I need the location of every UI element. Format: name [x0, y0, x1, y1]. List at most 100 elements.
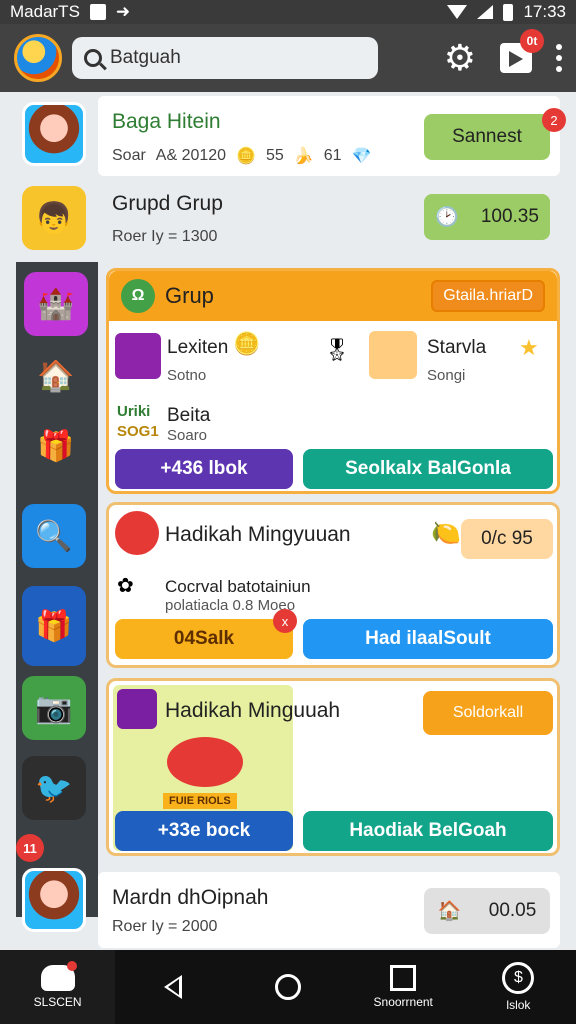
- bird-icon[interactable]: 🐦: [22, 756, 86, 820]
- card-title: Grup: [165, 283, 214, 308]
- nav-label: lslok: [506, 998, 531, 1012]
- item-tag: SOG1: [117, 423, 159, 440]
- left-action-button[interactable]: +33e bock: [115, 811, 293, 851]
- avatar-boy[interactable]: 👦: [22, 186, 86, 250]
- right-action-button[interactable]: Had ilaalSoult: [303, 619, 553, 659]
- row-title: Grupd Grup: [112, 192, 223, 215]
- search-bar[interactable]: Batguah: [72, 37, 378, 79]
- coin-icon: 🪙: [236, 148, 256, 165]
- gem-icon: 💎: [351, 148, 372, 165]
- meta-text: 55: [266, 147, 284, 164]
- clock: 17:33: [523, 2, 566, 21]
- value-pill[interactable]: 0/c 95: [461, 519, 553, 559]
- button-label: Seolkalx BalGonla: [345, 458, 511, 479]
- right-action-button[interactable]: Haodiak BelGoah: [303, 811, 553, 851]
- castle-icon[interactable]: 🏰: [24, 272, 88, 336]
- plaque-label: FUIE RIOLS: [163, 793, 237, 809]
- item-sub: Songi: [427, 367, 466, 384]
- chest-icon: [115, 511, 159, 555]
- grid-icon: [117, 689, 157, 729]
- button-label: Sannest: [452, 126, 522, 147]
- camera-icon[interactable]: 📷: [22, 676, 86, 740]
- status-bar: MadarTS ➜ 17:33: [0, 0, 576, 24]
- battery-icon: [503, 3, 514, 21]
- gear-icon[interactable]: ⚙: [444, 40, 476, 76]
- more-icon[interactable]: [556, 44, 562, 72]
- refresh-icon: $: [502, 962, 535, 994]
- info-line: polatiacla 0.8 Moeo: [165, 597, 296, 614]
- main-content: Baga Hitein Soar A& 20120 🪙 55 🍌 61 💎 Sa…: [98, 92, 572, 950]
- nav-label: Snoorrnent: [373, 995, 433, 1009]
- mascot-icon: [40, 961, 77, 991]
- rail-badge: 11: [16, 834, 44, 862]
- row-sub: Roer Iy = 2000: [112, 918, 218, 935]
- list-row[interactable]: Grupd Grup Roer Iy = 1300 🕑 100.35: [98, 184, 560, 258]
- search-icon: [84, 49, 102, 67]
- nav-back[interactable]: [115, 975, 230, 999]
- group-card: Ω Grup Gtaila.hriarD Lexiten Sotno 🪙 🎖 S…: [106, 268, 560, 494]
- right-action-button[interactable]: Seolkalx BalGonla: [303, 449, 553, 489]
- left-action-button[interactable]: 04Salk: [115, 619, 293, 659]
- gift-icon[interactable]: 🎁: [22, 586, 86, 666]
- nav-label: SLSCEN: [33, 995, 82, 1009]
- left-action-button[interactable]: +436 lbok: [115, 449, 293, 489]
- value-pill[interactable]: 🕑 100.35: [424, 194, 550, 240]
- row-title: Mardn dhOipnah: [112, 886, 269, 909]
- app-logo[interactable]: [14, 34, 62, 82]
- header-button[interactable]: Gtaila.hriarD: [431, 280, 545, 312]
- home-icon[interactable]: 🏠: [24, 344, 88, 408]
- banana-icon: 🍌: [293, 148, 314, 165]
- avatar-girl[interactable]: [22, 102, 86, 166]
- info-line: Cocrval batotainiun: [165, 577, 311, 596]
- value-pill[interactable]: 🏠 00.05: [424, 888, 550, 934]
- badge-icon: 🎖: [323, 337, 351, 362]
- item-name: Starvla: [427, 337, 487, 358]
- notification-badge: 0t: [520, 29, 544, 53]
- group-icon: Ω: [121, 279, 155, 313]
- value-label: 100.35: [480, 206, 539, 227]
- nav-home-button[interactable]: [230, 974, 345, 1000]
- signal-icon: [477, 5, 494, 19]
- button-label: 04Salk: [173, 628, 235, 649]
- nav-profile[interactable]: $ lslok: [461, 962, 576, 1012]
- arrow-icon: ➜: [115, 2, 131, 21]
- hadikah-card: Hadikah Mingyuuan 🍋 0/c 95 ✿ Cocrval bat…: [106, 502, 560, 668]
- row-meta: Soar A& 20120 🪙 55 🍌 61 💎: [112, 146, 371, 166]
- search-input[interactable]: Batguah: [110, 47, 181, 69]
- meta-text: 61: [323, 147, 342, 164]
- flower-icon: ✿: [117, 575, 134, 597]
- hadikah-card: FUIE RIOLS Hadikah Minguuah Soldorkall +…: [106, 678, 560, 856]
- item-tag: Uriki: [117, 403, 151, 420]
- value-label: 00.05: [488, 900, 537, 921]
- card-title: Hadikah Mingyuuan: [165, 523, 351, 546]
- sannest-button[interactable]: Sannest: [424, 114, 550, 160]
- row-title: Baga Hitein: [112, 110, 221, 133]
- value-label: 0/c 95: [481, 528, 533, 549]
- button-label: Had ilaalSoult: [365, 628, 491, 649]
- nav-home[interactable]: SLSCEN: [0, 950, 116, 1024]
- list-row[interactable]: Mardn dhOipnah Roer Iy = 2000 🏠 00.05: [98, 872, 560, 948]
- leaf-icon: 🍋: [431, 520, 461, 547]
- list-row[interactable]: Baga Hitein Soar A& 20120 🪙 55 🍌 61 💎 Sa…: [98, 96, 566, 176]
- row-sub: Roer Iy = 1300: [112, 228, 218, 245]
- home-icon: 🏠: [437, 901, 462, 922]
- nav-recents[interactable]: Snoorrnent: [346, 965, 461, 1009]
- wifi-icon: [447, 5, 468, 19]
- search-app-icon[interactable]: 🔍: [22, 504, 86, 568]
- header-button[interactable]: Soldorkall: [423, 691, 553, 735]
- gift-box-icon[interactable]: 🎁: [24, 414, 88, 478]
- coin-icon: 🪙: [233, 331, 261, 356]
- card-title: Hadikah Minguuah: [165, 699, 341, 722]
- item-sub: Sotno: [167, 367, 207, 384]
- star-icon: ★: [519, 335, 539, 360]
- carrier-label: MadarTS: [10, 2, 80, 21]
- action-badge: 2: [542, 108, 566, 132]
- home-circle-icon: [275, 974, 301, 1000]
- play-icon[interactable]: 0t: [500, 29, 544, 73]
- notification-icon: [89, 4, 106, 20]
- button-label: Soldorkall: [452, 704, 524, 721]
- avatar: [369, 331, 417, 379]
- avatar-bottom[interactable]: [22, 868, 86, 932]
- button-label: +436 lbok: [160, 458, 248, 479]
- gift-icon: [115, 333, 161, 379]
